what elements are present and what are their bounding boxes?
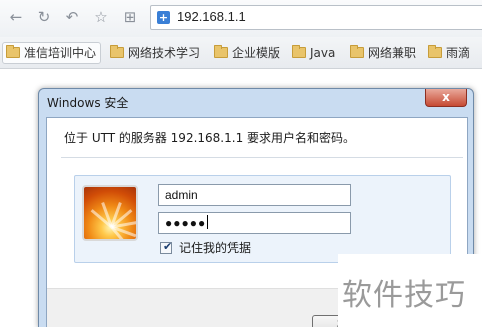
dialog-title: Windows 安全: [47, 96, 129, 110]
checkmark-icon: ✔: [163, 240, 173, 253]
folder-icon: [214, 45, 228, 58]
bookmark-item[interactable]: 雨滴: [428, 43, 470, 63]
undo-icon[interactable]: ↶: [62, 7, 82, 27]
dialog-message: 位于 UTT 的服务器 192.168.1.1 要求用户名和密码。: [64, 131, 356, 145]
divider: [61, 157, 463, 158]
bookmark-label: Java: [310, 46, 336, 60]
bookmark-label: 网络兼职: [368, 46, 417, 60]
text-caret: [207, 215, 209, 229]
user-avatar-icon: [82, 185, 138, 241]
reload-icon[interactable]: ↻: [34, 7, 54, 27]
bookmarks-bar: 准信培训中心 网络技术学习 企业模版 Java 网络兼职 雨滴: [0, 37, 482, 69]
watermark-text: 软件技巧: [342, 278, 466, 313]
bookmark-item[interactable]: Java: [292, 43, 335, 63]
bookmark-item[interactable]: 准信培训中心: [2, 42, 102, 64]
bookmark-label: 网络技术学习: [128, 46, 201, 60]
password-field[interactable]: ●●●●●: [158, 212, 351, 234]
address-bar[interactable]: + 192.168.1.1: [150, 5, 482, 30]
bookmark-item[interactable]: 网络技术学习: [110, 43, 200, 63]
shield-icon: +: [157, 11, 170, 24]
star-icon[interactable]: ☆: [91, 7, 111, 27]
credential-tile[interactable]: admin ●●●●● ✔ 记住我的凭据: [74, 175, 451, 263]
folder-icon: [6, 45, 20, 58]
bookmark-label: 准信培训中心: [24, 46, 97, 60]
screen: ← ↻ ↶ ☆ ⊞ + 192.168.1.1 准信培训中心 网络技术学习 企业…: [0, 0, 482, 327]
bookmark-label: 企业模版: [232, 46, 281, 60]
username-field[interactable]: admin: [158, 184, 351, 206]
folder-icon: [110, 45, 124, 58]
address-text[interactable]: 192.168.1.1: [177, 9, 246, 24]
folder-icon: [350, 45, 364, 58]
folder-icon: [428, 45, 442, 58]
checkbox[interactable]: ✔: [160, 240, 173, 254]
back-arrow-icon[interactable]: ←: [6, 7, 26, 27]
bookmark-item[interactable]: 企业模版: [214, 43, 280, 63]
remember-credentials-checkbox[interactable]: ✔ 记住我的凭据: [160, 239, 251, 256]
browser-toolbar: ← ↻ ↶ ☆ ⊞ + 192.168.1.1: [0, 0, 482, 37]
bookmark-label: 雨滴: [446, 46, 471, 60]
folder-icon: [292, 45, 306, 58]
grid-icon[interactable]: ⊞: [120, 7, 140, 27]
password-mask: ●●●●●: [165, 216, 207, 230]
bookmark-item[interactable]: 网络兼职: [350, 43, 416, 63]
close-button[interactable]: x: [425, 89, 467, 107]
remember-label: 记住我的凭据: [179, 241, 252, 255]
